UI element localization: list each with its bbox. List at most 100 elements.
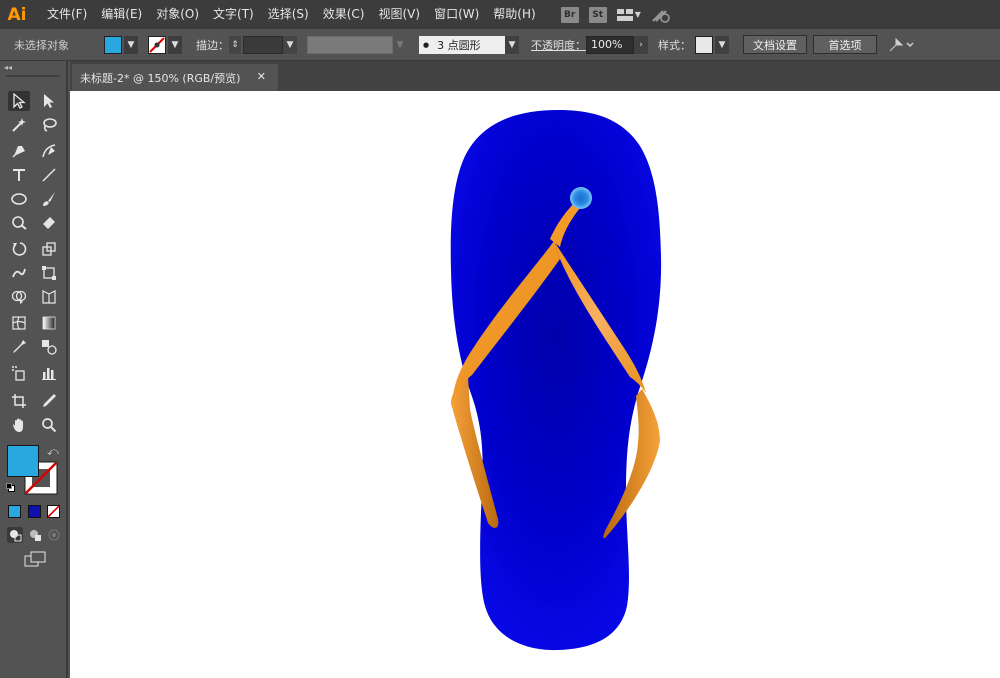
menu-object[interactable]: 对象(O) xyxy=(149,0,206,29)
flip-flop-sole[interactable] xyxy=(450,110,662,651)
symbol-sprayer-tool[interactable] xyxy=(8,363,30,383)
color-mode-button[interactable] xyxy=(8,505,21,518)
slice-tool[interactable] xyxy=(38,391,60,411)
opacity-label[interactable]: 不透明度： xyxy=(531,37,586,53)
pen-tool[interactable] xyxy=(8,141,30,161)
chevron-down-icon[interactable]: ▼ xyxy=(283,35,297,54)
scale-tool-icon xyxy=(42,242,56,256)
document-setup-button[interactable]: 文档设置 xyxy=(743,35,807,54)
draw-normal-icon[interactable] xyxy=(7,527,23,543)
curvature-tool[interactable] xyxy=(38,141,60,161)
menu-window[interactable]: 窗口(W) xyxy=(427,0,486,29)
stroke-stepper[interactable]: ⇕ xyxy=(229,35,241,54)
brush-dot-icon: ● xyxy=(423,40,430,49)
blend-tool[interactable] xyxy=(38,337,60,357)
slice-tool-icon xyxy=(43,394,56,407)
eraser-tool[interactable] xyxy=(38,213,60,233)
draw-inside-icon[interactable] xyxy=(46,527,62,543)
shape-builder-icon xyxy=(11,290,27,304)
sync-icon[interactable] xyxy=(651,7,671,23)
brush-definition[interactable]: ● 3 点圆形 xyxy=(419,35,505,54)
magic-wand-tool[interactable] xyxy=(8,115,30,135)
fill-control[interactable]: ▼ xyxy=(104,35,138,54)
shaper-tool[interactable] xyxy=(8,213,30,233)
eyedropper-tool[interactable] xyxy=(8,337,30,357)
artboard-tool[interactable] xyxy=(8,391,30,411)
perspective-grid-icon xyxy=(42,290,56,304)
chevron-down-icon[interactable]: ▼ xyxy=(124,35,138,54)
hand-tool[interactable] xyxy=(8,415,30,435)
flip-flop-artwork[interactable] xyxy=(70,91,1000,678)
variable-width-profile[interactable] xyxy=(307,35,393,54)
document-tab[interactable]: 未标题-2* @ 150% (RGB/预览) ✕ xyxy=(72,64,278,91)
menu-edit[interactable]: 编辑(E) xyxy=(94,0,149,29)
scale-tool[interactable] xyxy=(38,239,60,259)
mesh-tool[interactable] xyxy=(8,313,30,333)
menu-select[interactable]: 选择(S) xyxy=(261,0,316,29)
free-transform-tool[interactable] xyxy=(38,263,60,283)
stroke-control[interactable]: ▼ xyxy=(148,35,182,54)
swap-fill-stroke-icon[interactable]: ⤺ xyxy=(47,445,59,459)
graph-tool-icon xyxy=(42,368,56,380)
tools-panel: ◂◂ ⤺ xyxy=(0,61,68,678)
bridge-button[interactable]: Br xyxy=(560,6,579,23)
warp-tool-icon xyxy=(12,268,26,278)
chevron-down-icon[interactable]: ▼ xyxy=(168,35,182,54)
chevron-down-icon[interactable]: ▼ xyxy=(715,35,729,54)
none-mode-button[interactable] xyxy=(47,505,60,518)
shape-builder-tool[interactable] xyxy=(8,287,30,307)
panel-collapse-icon[interactable]: ◂◂ xyxy=(4,63,12,72)
opacity-input[interactable]: 100% xyxy=(586,35,634,54)
arrange-documents-icon[interactable] xyxy=(887,36,915,54)
curvature-tool-icon xyxy=(42,144,56,158)
gradient-mode-button[interactable] xyxy=(28,505,41,518)
graph-tool[interactable] xyxy=(38,363,60,383)
menu-type[interactable]: 文字(T) xyxy=(206,0,261,29)
paintbrush-icon xyxy=(43,192,55,206)
selection-tool[interactable] xyxy=(8,91,30,111)
warp-tool[interactable] xyxy=(8,263,30,283)
paintbrush-tool[interactable] xyxy=(38,189,60,209)
stroke-weight-input[interactable] xyxy=(243,35,283,54)
chevron-down-icon[interactable]: ▼ xyxy=(505,35,519,54)
perspective-grid-tool[interactable] xyxy=(38,287,60,307)
graphic-style-swatch[interactable] xyxy=(695,35,713,54)
panel-grip[interactable] xyxy=(6,75,60,77)
pen-tool-icon xyxy=(12,146,25,158)
chevron-right-icon[interactable]: › xyxy=(634,35,648,54)
menu-bar: Ai 文件(F) 编辑(E) 对象(O) 文字(T) 选择(S) 效果(C) 视… xyxy=(0,0,1000,29)
control-bar: 未选择对象 ▼ ▼ 描边： ⇕ ▼ ▼ ● 3 点圆形 ▼ 不透明度： 100%… xyxy=(0,29,1000,61)
mesh-tool-icon xyxy=(12,316,26,330)
line-tool[interactable] xyxy=(38,165,60,185)
menu-file[interactable]: 文件(F) xyxy=(40,0,94,29)
direct-selection-tool[interactable] xyxy=(38,91,60,111)
fill-swatch[interactable] xyxy=(104,35,122,54)
default-colors-icon[interactable] xyxy=(6,483,15,492)
fill-color-swatch[interactable] xyxy=(7,445,39,477)
hand-tool-icon xyxy=(13,418,23,432)
eyedropper-icon xyxy=(13,340,26,353)
lasso-icon xyxy=(43,118,57,132)
rotate-tool[interactable] xyxy=(8,239,30,259)
screen-mode-icon[interactable] xyxy=(24,551,46,567)
type-tool[interactable] xyxy=(8,165,30,185)
zoom-tool[interactable] xyxy=(38,415,60,435)
stock-button[interactable]: St xyxy=(588,6,607,23)
chevron-down-icon: ▼ xyxy=(396,39,404,50)
gradient-tool-icon xyxy=(42,316,56,330)
draw-behind-icon[interactable] xyxy=(27,527,43,543)
line-tool-icon xyxy=(42,168,56,182)
strap-toe-knob[interactable] xyxy=(570,187,592,209)
brush-label: 3 点圆形 xyxy=(437,38,481,52)
menu-help[interactable]: 帮助(H) xyxy=(486,0,542,29)
menu-view[interactable]: 视图(V) xyxy=(371,0,427,29)
artboard-canvas[interactable] xyxy=(70,91,1000,678)
workspace-switcher[interactable]: ▼ xyxy=(616,8,641,21)
ellipse-tool[interactable] xyxy=(8,189,30,209)
gradient-tool[interactable] xyxy=(38,313,60,333)
preferences-button[interactable]: 首选项 xyxy=(813,35,877,54)
close-icon[interactable]: ✕ xyxy=(257,70,266,83)
stroke-none-swatch[interactable] xyxy=(148,35,166,54)
lasso-tool[interactable] xyxy=(38,115,60,135)
menu-effect[interactable]: 效果(C) xyxy=(316,0,372,29)
